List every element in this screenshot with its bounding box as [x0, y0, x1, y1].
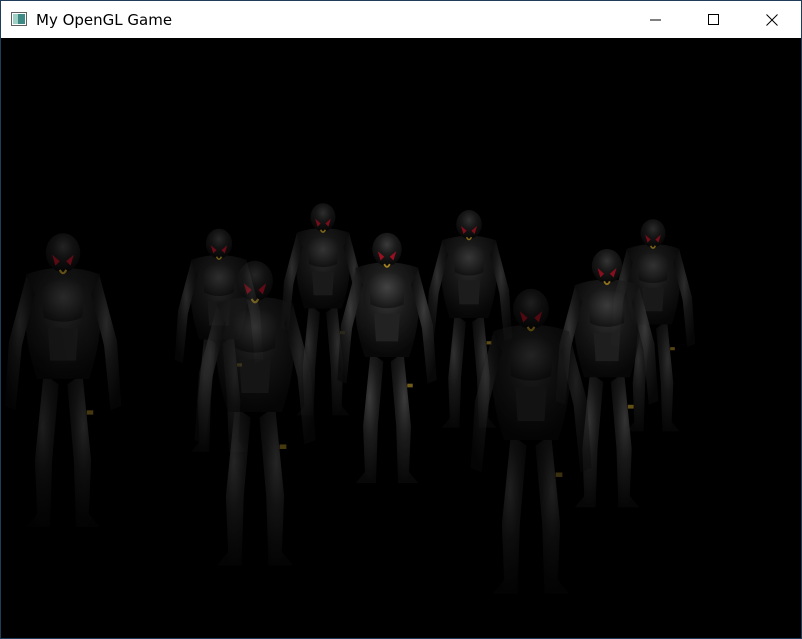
close-button[interactable]: [743, 1, 801, 38]
window-title: My OpenGL Game: [36, 11, 173, 29]
close-icon: [766, 13, 778, 26]
minimize-icon: [650, 19, 661, 20]
scene-canvas[interactable]: [1, 38, 801, 638]
minimize-button[interactable]: [627, 1, 685, 38]
title-bar[interactable]: My OpenGL Game: [1, 1, 801, 38]
opengl-window-icon: [11, 12, 27, 26]
game-window: My OpenGL Game: [0, 0, 802, 639]
maximize-button[interactable]: [685, 1, 743, 38]
game-viewport[interactable]: [1, 38, 801, 638]
maximize-icon: [708, 13, 719, 25]
